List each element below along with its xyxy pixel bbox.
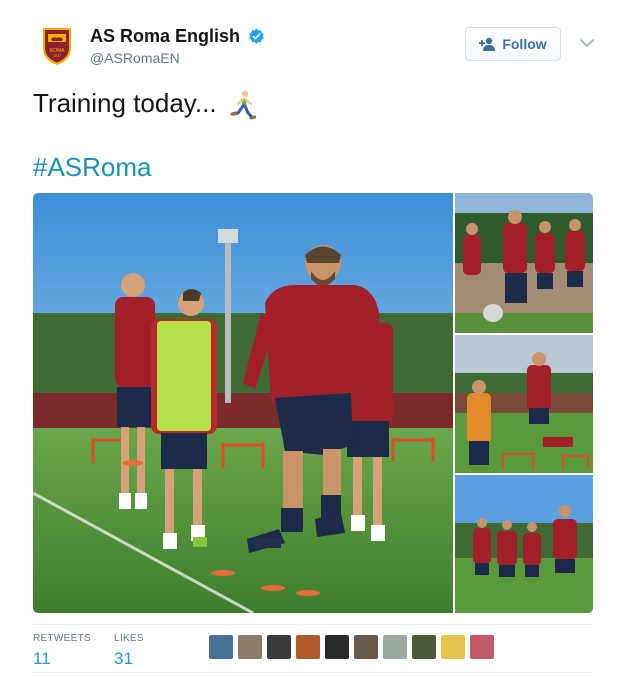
- retweets-count[interactable]: 11: [33, 649, 91, 669]
- display-name[interactable]: AS Roma English: [90, 26, 240, 47]
- likes-label: LIKES: [114, 633, 144, 644]
- hashtag-link[interactable]: #ASRoma: [33, 150, 152, 184]
- liker-avatar[interactable]: [412, 635, 436, 659]
- liker-avatar[interactable]: [441, 635, 465, 659]
- training-photo-4[interactable]: [455, 475, 593, 613]
- author[interactable]: AS Roma English @ASRomaEN: [90, 26, 265, 66]
- likes-stat[interactable]: LIKES 31: [114, 633, 144, 669]
- retweets-label: RETWEETS: [33, 633, 91, 644]
- tweet-text: Training today...: [33, 86, 256, 120]
- tweet-text-body: Training today...: [33, 88, 217, 118]
- liker-avatar[interactable]: [238, 635, 262, 659]
- tweet-header: ROMA 1927 AS Roma English @ASRomaEN Foll…: [40, 22, 600, 72]
- likes-count[interactable]: 31: [114, 649, 144, 669]
- runner-emoji-icon: [230, 90, 256, 120]
- liker-avatar[interactable]: [296, 635, 320, 659]
- add-user-icon: [479, 37, 496, 51]
- tweet-stats: RETWEETS 11 LIKES 31: [33, 624, 593, 671]
- media-grid[interactable]: [33, 193, 593, 613]
- divider: [33, 672, 593, 673]
- liker-avatar[interactable]: [470, 635, 494, 659]
- follow-button[interactable]: Follow: [465, 27, 561, 61]
- liker-avatar[interactable]: [383, 635, 407, 659]
- training-photo-2[interactable]: [455, 193, 593, 333]
- liker-avatar[interactable]: [209, 635, 233, 659]
- media-photos: [33, 193, 593, 613]
- as-roma-crest-icon[interactable]: ROMA 1927: [40, 26, 74, 66]
- main-training-photo[interactable]: [33, 193, 453, 613]
- liker-avatar[interactable]: [267, 635, 291, 659]
- chevron-down-icon[interactable]: [580, 38, 594, 48]
- liker-avatar[interactable]: [354, 635, 378, 659]
- training-photo-3[interactable]: [455, 335, 593, 473]
- svg-text:1927: 1927: [53, 54, 61, 58]
- handle: @ASRomaEN: [90, 50, 180, 66]
- verified-badge-icon: [249, 28, 265, 44]
- liker-avatar[interactable]: [325, 635, 349, 659]
- retweets-stat[interactable]: RETWEETS 11: [33, 633, 91, 669]
- follow-label: Follow: [502, 36, 547, 52]
